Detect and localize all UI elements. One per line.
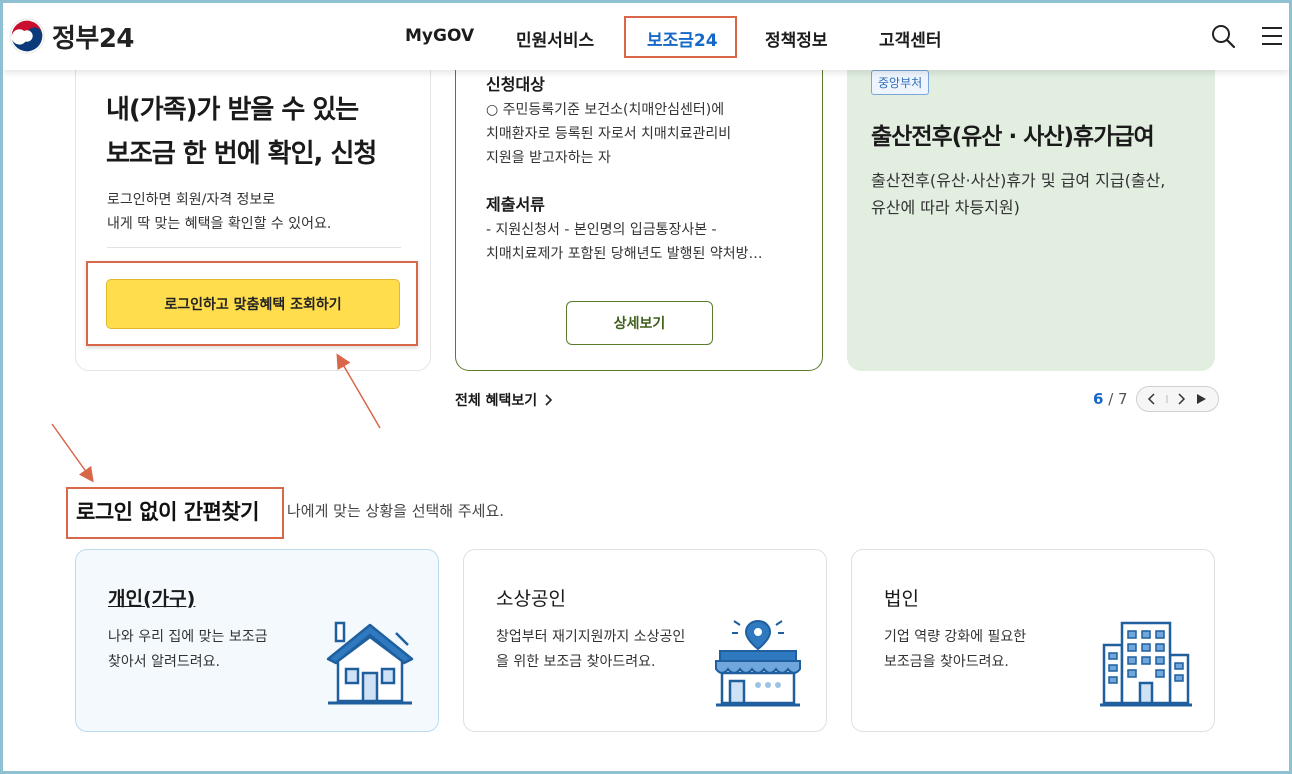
featured-desc-line: 출산전후(유산·사산)휴가 및 급여 지급(출산,	[871, 171, 1166, 190]
pager-divider	[1166, 395, 1168, 403]
section-title: 로그인 없이 간편찾기	[76, 500, 260, 524]
target-text: ○ 주민등록기준 보건소(치매안심센터)에 치매환자로 등록된 자로서 치매치료…	[486, 98, 806, 170]
target-heading: 신청대상	[486, 75, 545, 94]
category-desc: 창업부터 재기지원까지 소상공인 을 위한 보조금 찾아드려요.	[496, 625, 716, 675]
category-card-corporation[interactable]: 법인 기업 역량 강화에 필요한 보조금을 찾아드려요.	[851, 549, 1215, 732]
building-icon	[1100, 621, 1192, 707]
category-card-individual[interactable]: 개인(가구) 나와 우리 집에 맞는 보조금 찾아서 알려드려요.	[75, 549, 439, 732]
category-desc-line: 창업부터 재기지원까지 소상공인	[496, 629, 686, 645]
login-title-line: 보조금 한 번에 확인, 신청	[106, 139, 377, 169]
category-desc-line: 을 위한 보조금 찾아드려요.	[496, 654, 656, 670]
view-all-benefits-link[interactable]: 전체 혜택보기	[455, 390, 553, 410]
category-desc-line: 찾아서 알려드려요.	[108, 654, 220, 670]
divider	[107, 247, 401, 248]
docs-line: - 지원신청서 - 본인명의 입금통장사본 -	[486, 222, 717, 238]
pager-separator: /	[1103, 390, 1119, 408]
menu-icon[interactable]	[1259, 23, 1285, 49]
nav-mygov[interactable]: MyGOV	[405, 26, 474, 46]
category-desc: 나와 우리 집에 맞는 보조금 찾아서 알려드려요.	[108, 625, 328, 675]
pager-total: 7	[1118, 390, 1128, 408]
carousel-pager: 6 / 7	[1093, 386, 1219, 412]
login-desc-line: 로그인하면 회원/자격 정보로	[107, 192, 276, 208]
category-desc-line: 나와 우리 집에 맞는 보조금	[108, 629, 268, 645]
featured-benefit-title: 출산전후(유산 · 사산)휴가급여	[871, 124, 1155, 150]
section-subtitle: 나에게 맞는 상황을 선택해 주세요.	[287, 502, 505, 520]
category-desc-line: 기업 역량 강화에 필요한	[884, 629, 1027, 645]
store-icon	[715, 619, 801, 707]
target-line: 지원을 받고자하는 자	[486, 150, 611, 166]
category-title: 소상공인	[496, 588, 566, 610]
login-custom-benefit-button[interactable]: 로그인하고 맞춤혜택 조회하기	[106, 279, 400, 329]
featured-desc-line: 유산에 따라 차등지원)	[871, 198, 1020, 217]
category-card-small-business[interactable]: 소상공인 창업부터 재기지원까지 소상공인 을 위한 보조금 찾아드려요.	[463, 549, 827, 732]
detail-view-button[interactable]: 상세보기	[566, 301, 713, 345]
docs-text: - 지원신청서 - 본인명의 입금통장사본 - 치매치료제가 포함된 당해년도 …	[486, 218, 806, 266]
docs-line: 치매치료제가 포함된 당해년도 발행된 약처방…	[486, 246, 763, 262]
view-all-label: 전체 혜택보기	[455, 393, 538, 409]
active-nav-highlight	[624, 16, 737, 58]
pager-count: 6 / 7	[1093, 390, 1128, 408]
login-desc-line: 내게 딱 맞는 혜택을 확인할 수 있어요.	[107, 216, 332, 232]
ministry-tag: 중앙부처	[871, 70, 930, 95]
login-card-title: 내(가족)가 받을 수 있는 보조금 한 번에 확인, 신청	[106, 88, 406, 176]
login-card-desc: 로그인하면 회원/자격 정보로 내게 딱 맞는 혜택을 확인할 수 있어요.	[107, 188, 407, 236]
category-desc-line: 보조금을 찾아드려요.	[884, 654, 1009, 670]
house-icon	[326, 621, 414, 705]
pager-controls	[1135, 386, 1219, 412]
main-nav: MyGOV 민원서비스 보조금24 정책정보 고객센터	[3, 3, 1289, 70]
pager-current: 6	[1093, 390, 1104, 408]
category-title: 법인	[884, 588, 919, 610]
chevron-right-icon[interactable]	[1176, 393, 1186, 405]
login-title-line: 내(가족)가 받을 수 있는	[106, 95, 359, 125]
nav-customer-center[interactable]: 고객센터	[879, 26, 942, 51]
search-icon[interactable]	[1210, 23, 1236, 49]
chevron-right-icon	[545, 394, 553, 406]
nav-policy-info[interactable]: 정책정보	[765, 26, 828, 51]
category-title: 개인(가구)	[108, 588, 196, 610]
site-header: 정부24 MyGOV 민원서비스 보조금24 정책정보 고객센터	[3, 3, 1289, 70]
docs-heading: 제출서류	[486, 195, 545, 214]
target-line: ○ 주민등록기준 보건소(치매안심센터)에	[486, 102, 725, 118]
featured-benefit-desc: 출산전후(유산·사산)휴가 및 급여 지급(출산, 유산에 따라 차등지원)	[871, 167, 1191, 221]
target-line: 치매환자로 등록된 자로서 치매치료관리비	[486, 126, 732, 142]
category-desc: 기업 역량 강화에 필요한 보조금을 찾아드려요.	[884, 625, 1104, 675]
chevron-left-icon[interactable]	[1147, 393, 1157, 405]
nav-civil-service[interactable]: 민원서비스	[516, 26, 594, 51]
play-icon[interactable]	[1195, 393, 1207, 405]
